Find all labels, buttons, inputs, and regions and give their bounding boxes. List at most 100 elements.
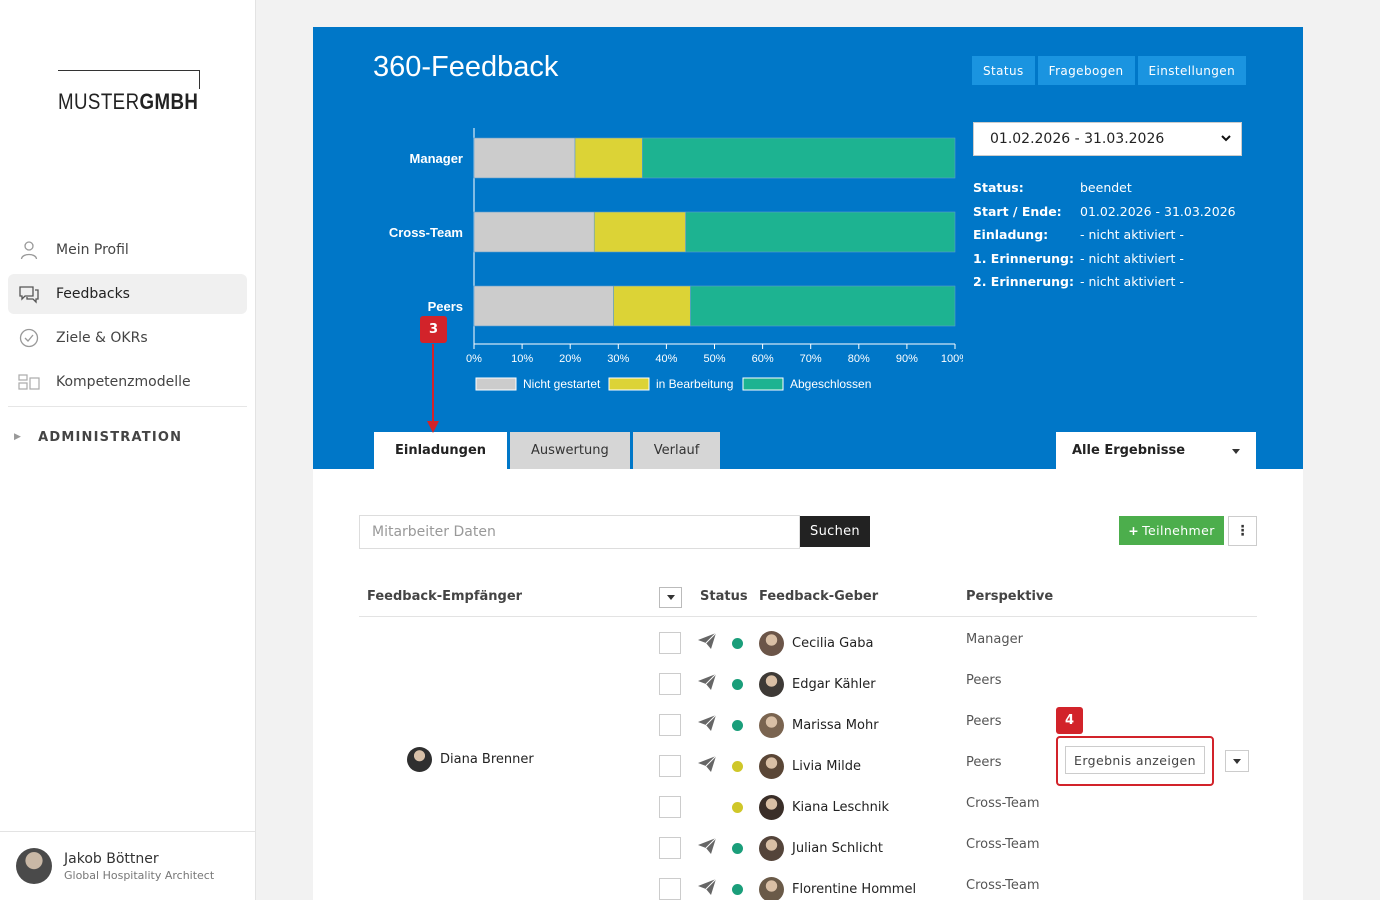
x-tick-label: 30% xyxy=(607,353,629,365)
callout-highlight-box xyxy=(1056,736,1214,786)
add-participant-button[interactable]: + Teilnehmer xyxy=(1119,516,1224,545)
bar-segment xyxy=(690,285,956,327)
row-checkbox[interactable] xyxy=(659,714,681,736)
perspective-label: Cross-Team xyxy=(966,878,1040,893)
x-tick-label: 80% xyxy=(848,353,870,365)
avatar xyxy=(16,848,52,884)
bar-segment xyxy=(593,211,686,253)
sidebar-item-feedbacks[interactable]: Feedbacks xyxy=(8,274,247,314)
paper-plane-icon[interactable] xyxy=(697,714,717,736)
row-checkbox[interactable] xyxy=(659,878,681,900)
perspective-label: Manager xyxy=(966,632,1023,647)
info-row-status: Status: beendet xyxy=(973,176,1236,200)
info-value: - nicht aktiviert - xyxy=(1080,227,1184,243)
tab-einladungen[interactable]: Einladungen xyxy=(374,432,508,469)
logo-text-bold: GMBH xyxy=(139,89,199,114)
recipient-name[interactable]: Diana Brenner xyxy=(440,752,534,767)
table-row: Cecilia Gaba Manager xyxy=(659,623,1257,664)
sidebar-item-label: Mein Profil xyxy=(56,242,129,258)
row-actions-dropdown[interactable] xyxy=(1225,750,1249,772)
info-row-erinnerung-2: 2. Erinnerung: - nicht aktiviert - xyxy=(973,270,1236,294)
table-header: Feedback-Empfänger Status Feedback-Geber… xyxy=(359,580,1257,617)
more-options-button[interactable]: ⋮ xyxy=(1228,516,1257,546)
x-tick-label: 20% xyxy=(559,353,581,365)
fragebogen-button[interactable]: Fragebogen xyxy=(1037,56,1135,85)
status-dot xyxy=(732,638,743,649)
sidebar-item-mein-profil[interactable]: Mein Profil xyxy=(8,230,247,270)
legend-label: Nicht gestartet xyxy=(523,377,601,391)
search-input[interactable]: Mitarbeiter Daten xyxy=(359,515,800,549)
row-checkbox[interactable] xyxy=(659,755,681,777)
sidebar-item-ziele-okrs[interactable]: Ziele & OKRs xyxy=(8,318,247,358)
check-circle-icon xyxy=(18,327,40,349)
perspective-label: Peers xyxy=(966,714,1002,729)
info-key: 2. Erinnerung: xyxy=(973,274,1074,290)
paper-plane-icon[interactable] xyxy=(697,632,717,654)
status-button[interactable]: Status xyxy=(972,56,1035,85)
feedback-giver-name: Edgar Kähler xyxy=(792,677,876,692)
date-range-select[interactable]: 01.02.2026 - 31.03.2026 xyxy=(973,122,1242,156)
results-filter-dropdown[interactable]: Alle Ergebnisse xyxy=(1056,432,1256,469)
info-key: Einladung: xyxy=(973,227,1049,243)
header-buttons: Status Fragebogen Einstellungen xyxy=(972,56,1247,85)
row-checkbox[interactable] xyxy=(659,837,681,859)
feedback-giver-name: Cecilia Gaba xyxy=(792,636,874,651)
bar-segment xyxy=(574,137,643,179)
avatar xyxy=(759,631,784,656)
caret-down-icon xyxy=(1232,449,1240,454)
avatar xyxy=(759,754,784,779)
sidebar-divider xyxy=(8,406,247,407)
tab-auswertung[interactable]: Auswertung xyxy=(510,432,630,469)
current-user[interactable]: Jakob Böttner Global Hospitality Archite… xyxy=(0,831,255,900)
row-checkbox[interactable] xyxy=(659,673,681,695)
einstellungen-button[interactable]: Einstellungen xyxy=(1137,56,1247,85)
x-tick-label: 0% xyxy=(466,353,482,365)
sidebar-item-administration[interactable]: ▶ ADMINISTRATION xyxy=(8,417,247,457)
x-tick-label: 100% xyxy=(941,353,963,365)
progress-chart: Manager Cross-Team Peers 0% 10% 20% 30% 40% 50% 6… xyxy=(389,128,963,391)
perspective-label: Cross-Team xyxy=(966,837,1040,852)
tab-verlauf[interactable]: Verlauf xyxy=(632,432,721,469)
callout-badge-4: 4 xyxy=(1056,707,1083,734)
feedback-header: 360-Feedback Status Fragebogen Einstellu… xyxy=(313,27,1303,469)
plus-icon: + xyxy=(1128,523,1140,538)
results-filter-value: Alle Ergebnisse xyxy=(1072,443,1186,458)
tab-bar: Einladungen Auswertung Verlauf xyxy=(374,432,721,469)
legend-label: Abgeschlossen xyxy=(790,377,871,391)
info-row-einladung: Einladung: - nicht aktiviert - xyxy=(973,223,1236,247)
company-logo[interactable]: MUSTERGMBH xyxy=(58,70,202,115)
search-placeholder: Mitarbeiter Daten xyxy=(372,524,496,540)
info-key: Status: xyxy=(973,180,1024,196)
search-button[interactable]: Suchen xyxy=(800,516,870,547)
row-checkbox[interactable] xyxy=(659,796,681,818)
info-row-erinnerung-1: 1. Erinnerung: - nicht aktiviert - xyxy=(973,247,1236,271)
sidebar-item-label: ADMINISTRATION xyxy=(38,429,183,445)
feedback-giver-name: Kiana Leschnik xyxy=(792,800,889,815)
paper-plane-icon[interactable] xyxy=(697,878,717,900)
table-row: Florentine Hommel Cross-Team xyxy=(659,869,1257,900)
sidebar-nav: Mein Profil Feedbacks Ziele & OKRs Kompe… xyxy=(8,230,247,457)
category-label: Cross-Team xyxy=(389,225,463,240)
status-dot xyxy=(732,802,743,813)
row-checkbox[interactable] xyxy=(659,632,681,654)
status-dot xyxy=(732,761,743,772)
perspective-label: Peers xyxy=(966,673,1002,688)
grid-icon xyxy=(18,371,40,393)
avatar xyxy=(759,877,784,900)
avatar xyxy=(759,795,784,820)
paper-plane-icon[interactable] xyxy=(697,837,717,859)
legend-label: in Bearbeitung xyxy=(656,377,733,391)
perspective-label: Cross-Team xyxy=(966,796,1040,811)
paper-plane-icon[interactable] xyxy=(697,755,717,777)
legend-swatch xyxy=(742,377,784,391)
paper-plane-icon[interactable] xyxy=(697,673,717,695)
sidebar-item-label: Kompetenzmodelle xyxy=(56,374,191,390)
bulk-select-dropdown[interactable] xyxy=(659,587,682,608)
feedback-info: Status: beendet Start / Ende: 01.02.2026 -… xyxy=(973,176,1236,294)
status-dot xyxy=(732,679,743,690)
column-header-perspective: Perspektive xyxy=(966,589,1054,604)
feedback-giver-name: Julian Schlicht xyxy=(792,841,883,856)
sidebar-item-kompetenzmodelle[interactable]: Kompetenzmodelle xyxy=(8,362,247,402)
chat-icon xyxy=(18,283,40,305)
x-tick-label: 90% xyxy=(896,353,918,365)
